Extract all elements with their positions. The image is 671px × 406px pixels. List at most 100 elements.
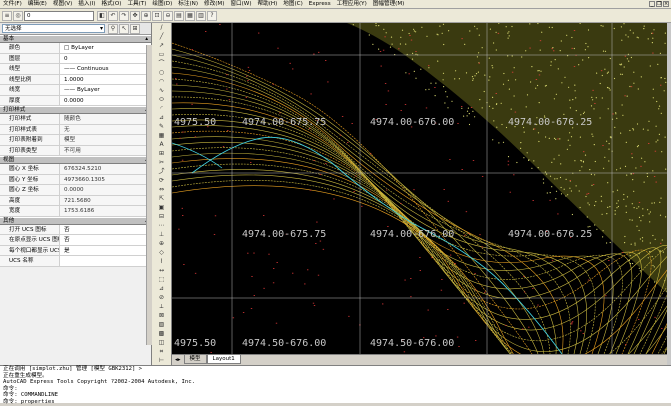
select-objects-icon[interactable]: ↖: [119, 23, 129, 34]
draw-tool-icon[interactable]: ✎: [156, 123, 168, 131]
menu-item[interactable]: 插入(I): [75, 0, 98, 9]
property-row[interactable]: 圆心 X 坐标 676324.5210: [0, 164, 151, 175]
property-row[interactable]: 打印样式 随颜色: [0, 114, 151, 125]
draw-tool-icon[interactable]: ⬚: [156, 276, 168, 284]
close-icon[interactable]: ×: [663, 1, 669, 7]
draw-tool-icon[interactable]: ▣: [156, 204, 168, 212]
properties-icon[interactable]: ▤: [174, 10, 184, 21]
draw-tool-icon[interactable]: ⟂: [156, 303, 168, 311]
pickadd-icon[interactable]: ⊞: [130, 23, 140, 34]
selection-dropdown[interactable]: 无选择: [2, 24, 105, 33]
drawing-canvas[interactable]: 4975.50 4974.00-675.75 4974.00-676.00 4974.…: [172, 23, 667, 354]
property-value[interactable]: 0: [60, 53, 151, 63]
draw-tool-icon[interactable]: ▦: [156, 132, 168, 140]
draw-tool-icon[interactable]: ↗: [156, 42, 168, 50]
undo-icon[interactable]: ↶: [108, 10, 118, 21]
property-row[interactable]: 打印表类型 不可用: [0, 145, 151, 156]
draw-tool-icon[interactable]: ✂: [156, 159, 168, 167]
property-value[interactable]: —— ByLayer: [60, 85, 151, 95]
tab-nav-icon[interactable]: ◂▸: [172, 357, 184, 363]
property-value[interactable]: 否: [60, 235, 151, 245]
menu-item[interactable]: 绘图(D): [149, 0, 175, 9]
draw-tool-icon[interactable]: ⤴: [156, 168, 168, 176]
draw-tool-icon[interactable]: ▨: [156, 321, 168, 329]
draw-tool-icon[interactable]: ◜: [156, 105, 168, 113]
property-row[interactable]: 圆心 Z 坐标 0.0000: [0, 185, 151, 196]
draw-tool-icon[interactable]: ⋯: [156, 222, 168, 230]
zoom-previous-icon[interactable]: ⊖: [163, 10, 173, 21]
menu-item[interactable]: 格式(O): [98, 0, 124, 9]
menu-item[interactable]: 视图(V): [50, 0, 75, 9]
command-window[interactable]: 正在调用 [simplot.zhu] 管理 [模型 GBK2312] > 正在重生…: [0, 365, 671, 405]
draw-tool-icon[interactable]: ⇱: [156, 195, 168, 203]
draw-tool-icon[interactable]: ⊕: [156, 240, 168, 248]
zoom-window-icon[interactable]: ⊡: [152, 10, 162, 21]
property-row[interactable]: 线型 —— Continuous: [0, 64, 151, 75]
property-row[interactable]: 图层 0: [0, 53, 151, 64]
section-header-view[interactable]: 视图: [0, 156, 151, 164]
draw-tool-icon[interactable]: /: [156, 24, 168, 32]
draw-tool-icon[interactable]: ⟳: [156, 177, 168, 185]
section-header-general[interactable]: 基本: [0, 35, 151, 43]
draw-tool-icon[interactable]: ⊠: [156, 312, 168, 320]
draw-tool-icon[interactable]: ⊞: [156, 150, 168, 158]
property-value[interactable]: 否: [60, 224, 151, 234]
property-row[interactable]: UCS 名称: [0, 256, 151, 267]
property-value[interactable]: □ ByLayer: [60, 43, 151, 53]
property-row[interactable]: 在原点显示 UCS 图标否: [0, 235, 151, 246]
section-header-plot[interactable]: 打印样式: [0, 106, 151, 114]
menu-item[interactable]: 编辑(E): [25, 0, 50, 9]
draw-tool-icon[interactable]: ○: [156, 69, 168, 77]
draw-tool-icon[interactable]: ◫: [156, 339, 168, 347]
menu-item[interactable]: 窗口(W): [227, 0, 254, 9]
menu-item[interactable]: 图幅管理(M): [370, 0, 408, 9]
menu-item[interactable]: 帮助(H): [255, 0, 281, 9]
menu-item[interactable]: 工具(T): [124, 0, 149, 9]
make-current-icon[interactable]: ◧: [97, 10, 107, 21]
zoom-realtime-icon[interactable]: ⊕: [141, 10, 151, 21]
design-center-icon[interactable]: ▦: [185, 10, 195, 21]
draw-tool-icon[interactable]: ▩: [156, 330, 168, 338]
redo-icon[interactable]: ↷: [119, 10, 129, 21]
tool-palette-icon[interactable]: ▥: [196, 10, 206, 21]
tab-layout1[interactable]: Layout1: [206, 355, 241, 364]
draw-tool-icon[interactable]: ╱: [156, 33, 168, 41]
tab-model[interactable]: 模型: [183, 355, 207, 364]
menu-item[interactable]: 修改(M): [201, 0, 227, 9]
property-row[interactable]: 打印表附着到 模型: [0, 135, 151, 146]
draw-tool-icon[interactable]: ⊿: [156, 114, 168, 122]
draw-tool-icon[interactable]: ◠: [156, 78, 168, 86]
layer-manager-icon[interactable]: ≡: [2, 10, 12, 21]
draw-tool-icon[interactable]: ⌇: [156, 258, 168, 266]
property-value[interactable]: 1.0000: [60, 74, 151, 84]
draw-tool-icon[interactable]: A: [156, 141, 168, 149]
menu-item[interactable]: 标注(N): [175, 0, 201, 9]
property-row[interactable]: 每个视口都显示 UCS 是: [0, 245, 151, 256]
draw-tool-icon[interactable]: ⌗: [156, 348, 168, 356]
menu-item[interactable]: 地图(C): [280, 0, 305, 9]
draw-tool-icon[interactable]: ⊘: [156, 294, 168, 302]
property-value[interactable]: 是: [60, 245, 151, 255]
draw-tool-icon[interactable]: ⊢: [156, 357, 168, 365]
property-row[interactable]: 厚度 0.0000: [0, 95, 151, 106]
property-row[interactable]: 宽度 1753.6186: [0, 206, 151, 217]
draw-tool-icon[interactable]: ⬭: [156, 96, 168, 104]
property-row[interactable]: 圆心 Y 坐标 4973660.1305: [0, 174, 151, 185]
draw-tool-icon[interactable]: ◇: [156, 249, 168, 257]
property-value[interactable]: 0.0000: [60, 95, 151, 105]
property-value[interactable]: [60, 256, 151, 266]
layer-select[interactable]: 0: [24, 10, 94, 21]
draw-tool-icon[interactable]: ∿: [156, 87, 168, 95]
minimize-icon[interactable]: _: [649, 1, 655, 7]
property-row[interactable]: 颜色 □ ByLayer: [0, 43, 151, 54]
pan-icon[interactable]: ✥: [130, 10, 140, 21]
menu-item[interactable]: 工程应用(Y): [334, 0, 370, 9]
layer-state-icon[interactable]: ◎: [13, 10, 23, 21]
menu-item[interactable]: 文件(F): [0, 0, 25, 9]
property-row[interactable]: 打印样式表无: [0, 124, 151, 135]
property-value[interactable]: —— Continuous: [60, 64, 151, 74]
draw-tool-icon[interactable]: ⇔: [156, 186, 168, 194]
draw-tool-icon[interactable]: ▭: [156, 51, 168, 59]
restore-icon[interactable]: ❐: [656, 1, 662, 7]
section-header-misc[interactable]: 其他: [0, 216, 151, 225]
